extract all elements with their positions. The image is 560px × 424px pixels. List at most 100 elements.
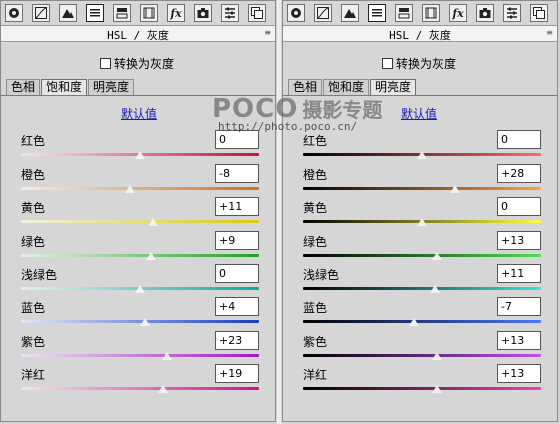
value-field-blue[interactable] (215, 297, 259, 316)
slider-thumb-orange[interactable] (449, 184, 462, 194)
value-field-red[interactable] (215, 130, 259, 149)
slider-thumb-yellow[interactable] (416, 217, 428, 227)
slider-track-magenta[interactable] (303, 387, 541, 390)
detail-mountain-icon[interactable] (59, 4, 77, 22)
slider-thumb-blue[interactable] (138, 317, 151, 327)
detail-mountain-icon[interactable] (341, 4, 359, 22)
value-field-blue[interactable] (497, 297, 541, 316)
value-field-green[interactable] (497, 231, 541, 250)
camera-calibration-icon[interactable] (194, 4, 212, 22)
label-green: 绿色 (21, 235, 46, 249)
slider-thumb-green[interactable] (144, 251, 157, 261)
slider-thumb-magenta[interactable] (156, 384, 169, 394)
label-purple: 紫色 (303, 335, 328, 349)
slider-thumb-green[interactable] (431, 251, 444, 261)
hsl-grayscale-icon[interactable] (368, 4, 386, 22)
value-field-red[interactable] (497, 130, 541, 149)
defaults-link[interactable]: 默认值 (121, 105, 157, 122)
value-field-purple[interactable] (215, 331, 259, 350)
split-toning-icon[interactable] (113, 4, 131, 22)
panel-title-bar: HSL / 灰度 ≡ (283, 25, 557, 42)
tab-saturation[interactable]: 饱和度 (41, 79, 88, 95)
tab-luminance[interactable]: 明亮度 (88, 79, 135, 95)
presets-icon[interactable] (503, 4, 521, 22)
slider-track-purple[interactable] (21, 354, 259, 357)
panel-menu-icon[interactable]: ≡ (546, 28, 553, 37)
basic-aperture-icon[interactable] (5, 4, 23, 22)
slider-thumb-purple[interactable] (431, 351, 444, 361)
defaults-link[interactable]: 默认值 (401, 105, 437, 122)
label-yellow: 黄色 (21, 201, 46, 215)
value-field-aqua[interactable] (497, 264, 541, 283)
tab-bar: 色相 饱和度 明亮度 (288, 79, 417, 95)
snapshots-icon[interactable] (248, 4, 266, 22)
value-field-aqua[interactable] (215, 264, 259, 283)
label-aqua: 浅绿色 (303, 268, 340, 282)
hsl-panel-saturation: fx HSL / 灰度 ≡ 转换为灰度色相饱和度明亮度默认值红色橙色黄色绿色浅绿色蓝色… (0, 0, 276, 422)
slider-thumb-aqua[interactable] (429, 284, 442, 294)
slider-track-blue[interactable] (303, 320, 541, 323)
checkbox-box[interactable] (100, 57, 111, 69)
slider-thumb-purple[interactable] (161, 351, 174, 361)
tone-curve-icon[interactable] (32, 4, 50, 22)
value-field-yellow[interactable] (215, 197, 259, 216)
label-green: 绿色 (303, 235, 328, 249)
slider-track-orange[interactable] (21, 187, 259, 190)
label-orange: 橙色 (303, 168, 328, 182)
effects-fx-icon[interactable]: fx (167, 4, 185, 22)
value-field-orange[interactable] (497, 164, 541, 183)
label-magenta: 洋红 (303, 368, 328, 382)
slider-thumb-magenta[interactable] (431, 384, 444, 394)
presets-icon[interactable] (221, 4, 239, 22)
slider-track-aqua[interactable] (303, 287, 541, 290)
checkbox-box[interactable] (382, 57, 393, 69)
basic-aperture-icon[interactable] (287, 4, 305, 22)
tab-hue[interactable]: 色相 (6, 79, 41, 95)
slider-thumb-yellow[interactable] (147, 217, 160, 227)
slider-track-green[interactable] (303, 254, 541, 257)
slider-thumb-red[interactable] (134, 150, 146, 160)
slider-track-green[interactable] (21, 254, 259, 257)
tone-curve-icon[interactable] (314, 4, 332, 22)
panel-title-bar: HSL / 灰度 ≡ (1, 25, 275, 42)
label-blue: 蓝色 (21, 301, 46, 315)
slider-track-purple[interactable] (303, 354, 541, 357)
label-aqua: 浅绿色 (21, 268, 58, 282)
lens-corrections-icon[interactable] (422, 4, 440, 22)
panel-title: HSL / 灰度 (107, 29, 169, 42)
label-blue: 蓝色 (303, 301, 328, 315)
panel-menu-icon[interactable]: ≡ (264, 28, 271, 37)
label-magenta: 洋红 (21, 368, 46, 382)
value-field-yellow[interactable] (497, 197, 541, 216)
camera-calibration-icon[interactable] (476, 4, 494, 22)
slider-thumb-red[interactable] (416, 150, 428, 160)
value-field-magenta[interactable] (497, 364, 541, 383)
value-field-purple[interactable] (497, 331, 541, 350)
value-field-magenta[interactable] (215, 364, 259, 383)
slider-thumb-orange[interactable] (124, 184, 137, 194)
lens-corrections-icon[interactable] (140, 4, 158, 22)
tab-underline (1, 95, 275, 96)
value-field-green[interactable] (215, 231, 259, 250)
label-yellow: 黄色 (303, 201, 328, 215)
convert-grayscale-checkbox[interactable]: 转换为灰度 (382, 55, 456, 71)
tab-hue[interactable]: 色相 (288, 79, 323, 95)
label-red: 红色 (303, 134, 328, 148)
slider-thumb-blue[interactable] (407, 317, 420, 327)
tab-bar: 色相 饱和度 明亮度 (6, 79, 135, 95)
tab-saturation[interactable]: 饱和度 (323, 79, 370, 95)
split-toning-icon[interactable] (395, 4, 413, 22)
tab-luminance[interactable]: 明亮度 (370, 79, 417, 95)
snapshots-icon[interactable] (530, 4, 548, 22)
convert-grayscale-label: 转换为灰度 (114, 56, 175, 71)
slider-track-orange[interactable] (303, 187, 541, 190)
slider-track-yellow[interactable] (21, 220, 259, 223)
slider-thumb-aqua[interactable] (134, 284, 146, 294)
value-field-orange[interactable] (215, 164, 259, 183)
convert-grayscale-label: 转换为灰度 (396, 56, 457, 71)
slider-track-magenta[interactable] (21, 387, 259, 390)
tab-underline (283, 95, 557, 96)
hsl-grayscale-icon[interactable] (86, 4, 104, 22)
convert-grayscale-checkbox[interactable]: 转换为灰度 (100, 55, 174, 71)
effects-fx-icon[interactable]: fx (449, 4, 467, 22)
